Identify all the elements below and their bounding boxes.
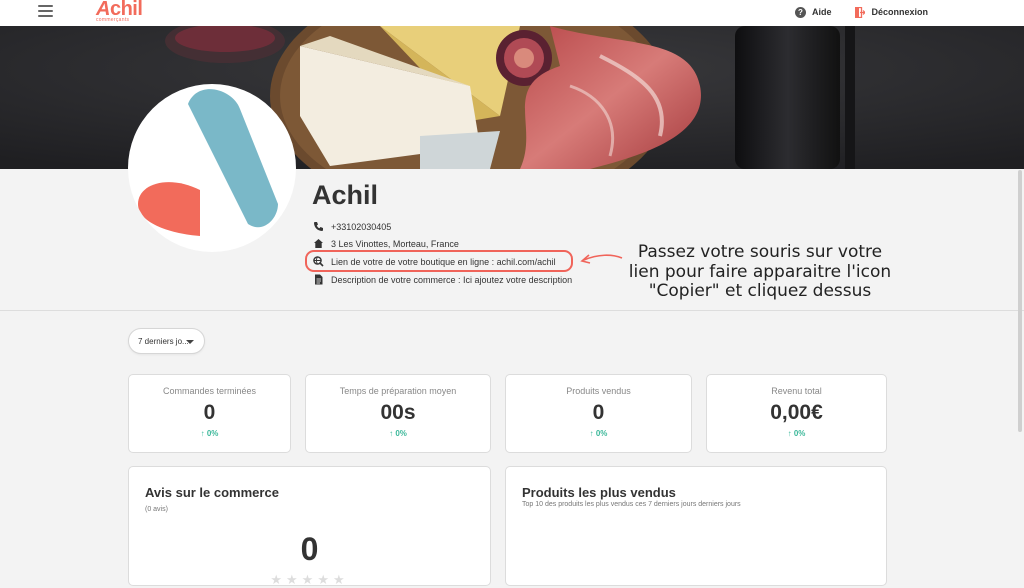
stat-value: 0 (203, 401, 216, 424)
top-navigation-bar: Achil commerçants ? Aide Déconnexion (0, 0, 1024, 26)
reviews-title: Avis sur le commerce (145, 485, 279, 500)
phone-icon (314, 222, 323, 231)
shop-name: Achil (312, 180, 379, 210)
link-highlight-outline (305, 250, 573, 272)
stat-value: 0 (592, 401, 605, 424)
phone-number: +33102030405 (331, 221, 392, 232)
stat-delta: ↑ 0% (589, 429, 608, 438)
stat-products-sold: Produits vendus 0 ↑ 0% (505, 374, 692, 453)
logout-icon (855, 6, 866, 18)
shop-avatar (128, 84, 296, 252)
address-row: 3 Les Vinottes, Morteau, France (313, 238, 459, 249)
help-link[interactable]: ? Aide (794, 6, 832, 18)
annotation-line-3: "Copier" et cliquez dessus (648, 281, 872, 301)
rating-stars-icon: ★★★★★ (270, 572, 349, 587)
stat-completed-orders: Commandes terminées 0 ↑ 0% (128, 374, 291, 453)
stat-label: Commandes terminées (162, 386, 257, 396)
shop-description: Description de votre commerce : Ici ajou… (331, 274, 573, 285)
dashboard-content: 7 derniers jo... Commandes terminées 0 ↑… (0, 312, 1024, 587)
achil-logo[interactable]: Achil commerçants (96, 0, 143, 26)
stat-delta: ↑ 0% (200, 429, 219, 438)
description-row: Description de votre commerce : Ici ajou… (313, 274, 572, 285)
stat-total-revenue: Revenu total 0,00€ ↑ 0% (706, 374, 887, 453)
reviews-score: 0 (300, 531, 319, 567)
period-filter-value: 7 derniers jo... (138, 336, 189, 346)
annotation-line-1: Passez votre souris sur votre (637, 242, 883, 262)
help-label: Aide (811, 7, 832, 17)
logout-link[interactable]: Déconnexion (855, 6, 928, 18)
phone-row: +33102030405 (313, 221, 391, 232)
stat-delta: ↑ 0% (389, 429, 407, 438)
logout-label: Déconnexion (871, 7, 928, 17)
top-products-subtitle: Top 10 des produits les plus vendus ces … (522, 501, 741, 508)
stat-label: Produits vendus (566, 386, 631, 396)
page-scrollbar[interactable] (1018, 170, 1022, 432)
home-icon (314, 239, 323, 248)
annotation-line-2: lien pour faire apparaitre l'icon (628, 261, 892, 282)
reviews-card: Avis sur le commerce (0 avis) 0 ★★★★★ (128, 466, 491, 587)
stat-prep-time: Temps de préparation moyen 00s ↑ 0% (305, 374, 491, 453)
logo-wordmark: Achil (96, 0, 143, 20)
reviews-count: (0 avis) (145, 506, 168, 513)
caret-down-icon (186, 340, 194, 344)
top-products-card: Produits les plus vendus Top 10 des prod… (505, 466, 887, 586)
stat-value: 00s (380, 401, 416, 424)
stat-value: 0,00€ (770, 401, 823, 424)
stat-label: Temps de préparation moyen (339, 386, 457, 396)
hamburger-menu-icon[interactable] (38, 5, 53, 18)
question-circle-icon: ? (794, 6, 806, 18)
period-filter-dropdown[interactable]: 7 derniers jo... (128, 328, 205, 354)
document-icon (315, 274, 323, 285)
stat-delta: ↑ 0% (787, 429, 806, 438)
stat-label: Revenu total (771, 386, 822, 396)
shop-address: 3 Les Vinottes, Morteau, France (331, 238, 459, 249)
achil-logo-mark (138, 89, 278, 236)
tutorial-annotation: Passez votre souris sur votre lien pour … (610, 242, 910, 302)
top-products-title: Produits les plus vendus (522, 485, 676, 500)
